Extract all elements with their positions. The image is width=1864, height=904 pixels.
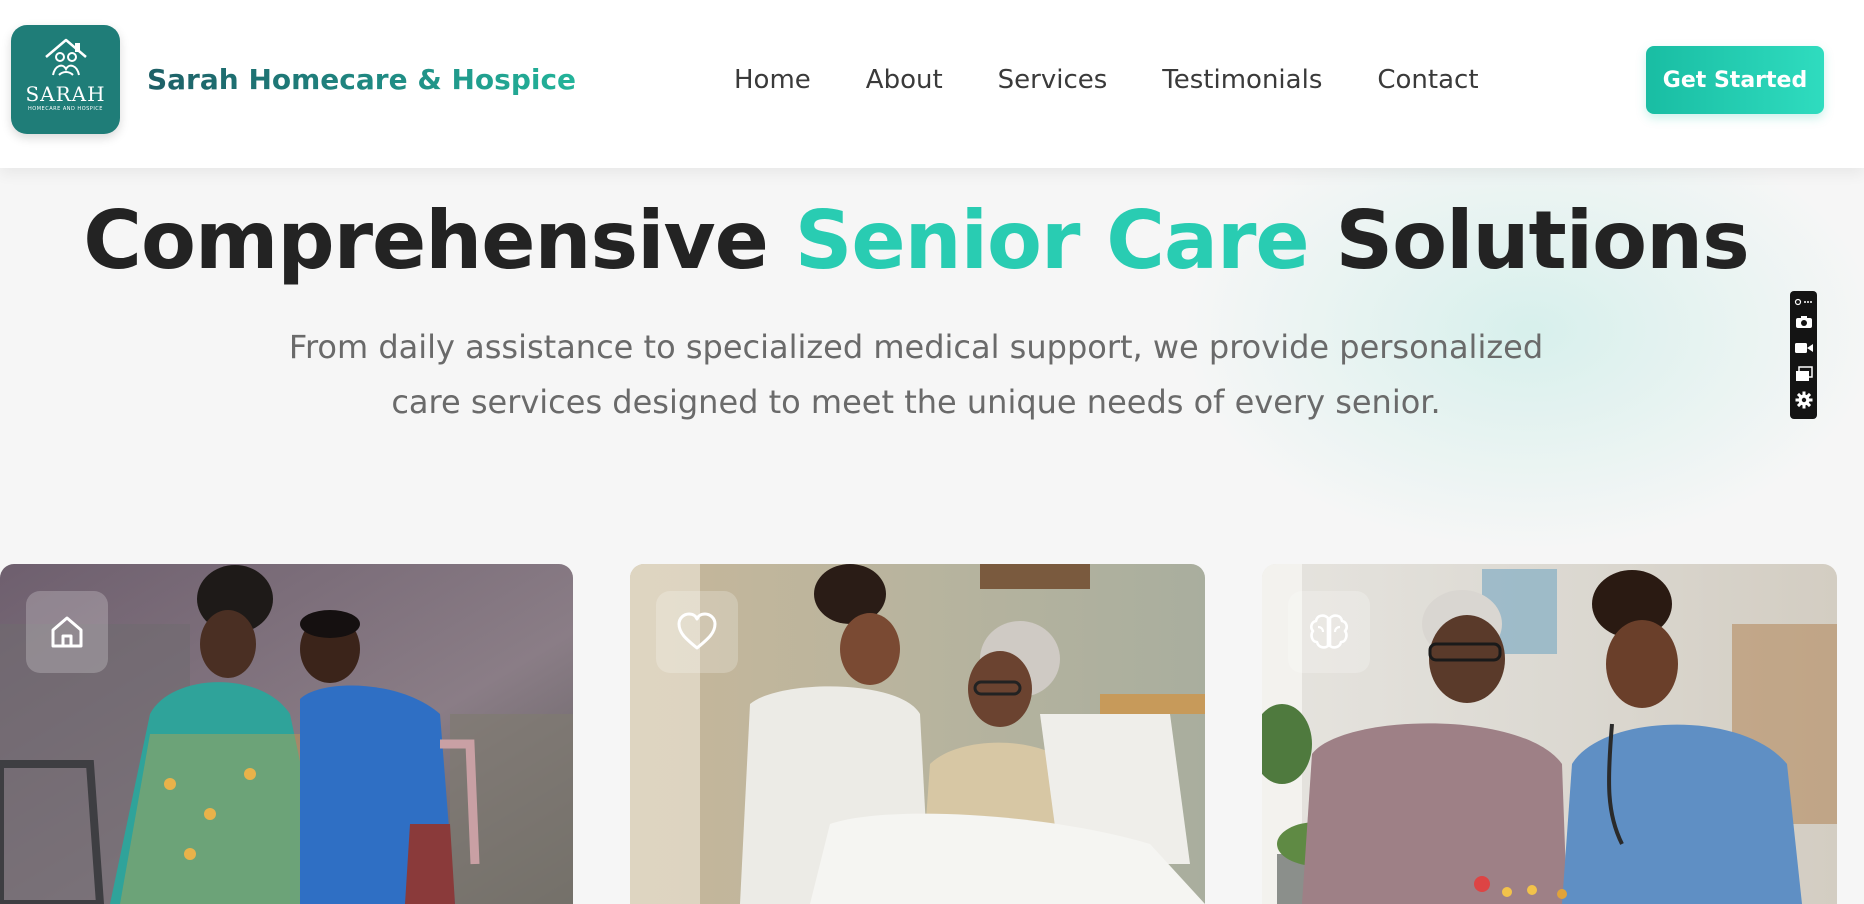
- heart-icon: [677, 612, 717, 650]
- hero-title: Comprehensive Senior Care Solutions: [0, 193, 1832, 289]
- gear-icon[interactable]: [1793, 387, 1815, 413]
- site-header: SARAH HOMECARE AND HOSPICE Sarah Homecar…: [0, 0, 1864, 168]
- service-icon-badge: [1288, 591, 1370, 673]
- main-nav: Home About Services Testimonials Contact: [734, 62, 1534, 98]
- brain-icon: [1310, 614, 1348, 649]
- service-icon-badge: [26, 591, 108, 673]
- nav-services[interactable]: Services: [998, 62, 1108, 98]
- brand-name[interactable]: Sarah Homecare & Hospice: [147, 62, 576, 98]
- link-more-icon[interactable]: [1793, 295, 1815, 309]
- house-family-icon: [44, 38, 87, 76]
- hero-title-part2: Solutions: [1335, 194, 1750, 287]
- get-started-button[interactable]: Get Started: [1646, 46, 1824, 114]
- video-icon[interactable]: [1793, 335, 1815, 361]
- nav-contact[interactable]: Contact: [1377, 62, 1478, 98]
- nav-about[interactable]: About: [866, 62, 943, 98]
- camera-icon[interactable]: [1793, 309, 1815, 335]
- service-card-memory-care[interactable]: [1262, 564, 1837, 904]
- screens-icon[interactable]: [1793, 361, 1815, 387]
- nav-testimonials[interactable]: Testimonials: [1162, 62, 1322, 98]
- floating-toolbar: [1790, 291, 1817, 419]
- home-icon: [51, 616, 83, 648]
- service-icon-badge: [656, 591, 738, 673]
- logo-tagline: HOMECARE AND HOSPICE: [28, 106, 103, 112]
- hero-subtitle: From daily assistance to specialized med…: [288, 328, 1544, 421]
- logo-wordmark: SARAH: [25, 82, 106, 106]
- hero-title-accent: Senior Care: [794, 194, 1310, 287]
- logo[interactable]: SARAH HOMECARE AND HOSPICE: [11, 25, 120, 134]
- hero-title-part1: Comprehensive: [83, 194, 769, 287]
- service-card-hospice-care[interactable]: [630, 564, 1205, 904]
- service-card-home-care[interactable]: [0, 564, 573, 904]
- nav-home[interactable]: Home: [734, 62, 811, 98]
